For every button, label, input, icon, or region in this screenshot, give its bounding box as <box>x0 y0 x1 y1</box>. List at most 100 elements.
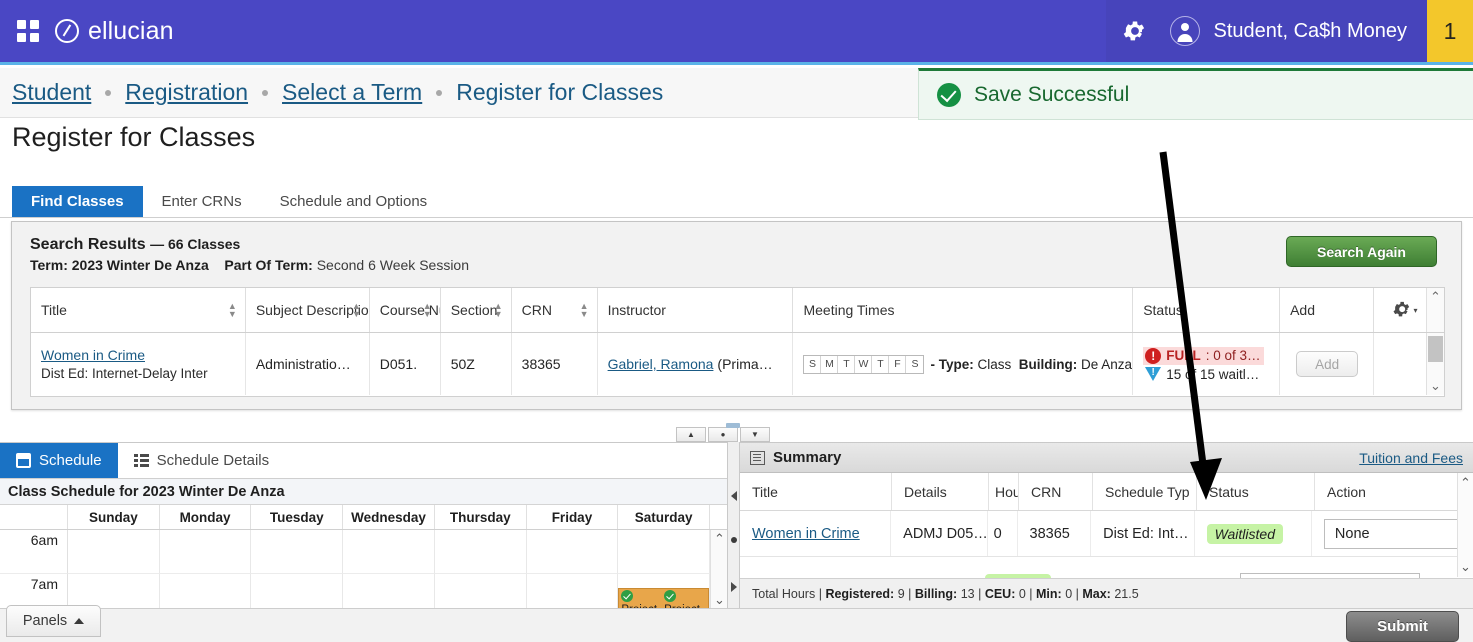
summary-column-schedule-type[interactable]: Schedule Typ <box>1093 473 1197 510</box>
triangle-down-icon[interactable]: ▼ <box>740 427 770 442</box>
breadcrumb-item-student[interactable]: Student <box>12 79 91 106</box>
calendar-scrollbar[interactable]: ⌃ ⌄ <box>710 530 728 608</box>
instructor-link[interactable]: Gabriel, Ramona <box>608 356 714 372</box>
sort-toggle-icon[interactable]: ▲▼ <box>580 302 589 318</box>
user-menu[interactable]: Student, Ca$h Money <box>1164 0 1427 62</box>
column-header-instructor[interactable]: Instructor <box>598 288 794 332</box>
calendar-event[interactable]: Project and Contro Practicum and Control… <box>618 588 709 608</box>
sort-toggle-icon[interactable]: ▲▼ <box>352 302 361 318</box>
column-header-crn[interactable]: CRN ▲▼ <box>512 288 598 332</box>
add-button[interactable]: Add <box>1296 351 1358 377</box>
cell-title: Women in Crime Dist Ed: Internet-Delay I… <box>31 333 246 395</box>
calendar-cell[interactable] <box>527 530 619 574</box>
dot-icon[interactable]: ● <box>708 427 738 442</box>
course-title-link[interactable]: Women in Crime <box>41 347 145 363</box>
column-header-add[interactable]: Add <box>1280 288 1374 332</box>
term-value: 2023 Winter De Anza <box>72 257 209 273</box>
calendar-cell[interactable] <box>160 574 252 608</box>
summary-course-link[interactable]: Women in Crime <box>752 526 860 542</box>
calendar-cell[interactable] <box>343 530 435 574</box>
chevron-up-icon[interactable]: ⌃ <box>1460 477 1471 489</box>
calendar-cell[interactable] <box>618 530 710 574</box>
summary-column-status[interactable]: Status <box>1197 473 1315 510</box>
calendar-cell[interactable] <box>251 530 343 574</box>
chevron-down-icon[interactable]: ⌄ <box>1460 561 1471 573</box>
breadcrumb-item-select-a-term[interactable]: Select a Term <box>282 79 422 106</box>
column-header-title[interactable]: Title ▲▼ <box>31 288 246 332</box>
dot-icon[interactable] <box>731 537 737 543</box>
notification-badge[interactable]: 1 <box>1427 0 1473 62</box>
brand-bar-right: Student, Ca$h Money 1 <box>1106 0 1473 62</box>
calendar-cell[interactable] <box>435 530 527 574</box>
tuition-and-fees-link[interactable]: Tuition and Fees <box>1359 450 1463 466</box>
results-scrollbar[interactable]: ⌃ <box>1426 288 1444 332</box>
calendar-corner <box>0 505 68 529</box>
total-hours-label: Total Hours | <box>752 587 822 601</box>
calendar-cell[interactable] <box>343 574 435 608</box>
chevron-down-icon[interactable]: ⌄ <box>1430 380 1441 392</box>
tab-schedule[interactable]: Schedule <box>0 443 118 478</box>
meeting-type-label: - Type: <box>930 357 973 372</box>
tab-find-classes[interactable]: Find Classes <box>12 186 143 217</box>
gear-icon[interactable] <box>1106 0 1164 62</box>
summary-column-hours[interactable]: Hour <box>989 473 1019 510</box>
ellucian-logo[interactable]: ellucian <box>55 17 174 46</box>
column-header-label: Meeting Times <box>803 302 894 318</box>
submit-button[interactable]: Submit <box>1346 611 1459 642</box>
chevron-up-icon[interactable]: ⌃ <box>1430 291 1441 303</box>
chevron-down-icon[interactable]: ⌄ <box>714 594 725 606</box>
calendar-cell[interactable] <box>68 574 160 608</box>
tab-enter-crns[interactable]: Enter CRNs <box>143 186 261 217</box>
column-header-section[interactable]: Section ▲▼ <box>441 288 512 332</box>
summary-column-details[interactable]: Details <box>892 473 989 510</box>
grid-apps-icon[interactable] <box>17 20 39 42</box>
schedule-panel: Schedule Schedule Details Class Schedule… <box>0 442 728 608</box>
check-circle-icon <box>937 83 961 107</box>
day-wednesday: W <box>855 356 872 373</box>
column-header-subject-description[interactable]: Subject Descriptio ▲▼ <box>246 288 370 332</box>
summary-scrollbar[interactable]: ⌃ ⌄ <box>1457 473 1473 577</box>
grid-settings-icon[interactable]: ▾ <box>1374 288 1426 332</box>
triangle-up-icon[interactable]: ▲ <box>676 427 706 442</box>
tab-schedule-and-options[interactable]: Schedule and Options <box>261 186 447 217</box>
calendar-cell[interactable] <box>68 530 160 574</box>
breadcrumb-item-registration[interactable]: Registration <box>125 79 248 106</box>
calendar-cell[interactable] <box>435 574 527 608</box>
check-circle-icon <box>621 590 633 602</box>
search-again-button[interactable]: Search Again <box>1286 236 1437 267</box>
calendar-cell[interactable] <box>527 574 619 608</box>
max-value: 21.5 <box>1114 587 1138 601</box>
scrollbar-thumb[interactable] <box>1428 336 1443 362</box>
top-brand-bar: ellucian Student, Ca$h Money 1 <box>0 0 1473 65</box>
search-results-count: — 66 Classes <box>150 236 240 252</box>
toast-message: Save Successful <box>974 83 1129 107</box>
column-header-status[interactable]: Status <box>1133 288 1280 332</box>
column-header-course-number[interactable]: Course Nu ▲▼ <box>370 288 441 332</box>
column-header-label: Title <box>41 302 67 318</box>
results-scrollbar-track[interactable]: ⌄ <box>1426 333 1444 395</box>
column-header-label: Status <box>1143 302 1183 318</box>
triangle-left-icon[interactable] <box>731 491 737 501</box>
max-label: Max: <box>1082 587 1110 601</box>
chevron-up-icon[interactable]: ⌃ <box>714 533 725 545</box>
calendar-day-header: Sunday Monday Tuesday Wednesday Thursday… <box>0 505 728 530</box>
triangle-right-icon[interactable] <box>731 582 737 592</box>
summary-column-crn[interactable]: CRN <box>1019 473 1093 510</box>
panels-toggle-button[interactable]: Panels <box>6 605 101 637</box>
calendar-cell[interactable] <box>160 530 252 574</box>
calendar-cell[interactable] <box>251 574 343 608</box>
billing-value: 13 <box>961 587 975 601</box>
sort-toggle-icon[interactable]: ▲▼ <box>494 302 503 318</box>
tab-schedule-details[interactable]: Schedule Details <box>118 443 286 478</box>
sort-toggle-icon[interactable]: ▲▼ <box>423 302 432 318</box>
action-select[interactable]: None <box>1324 519 1473 549</box>
search-results-heading: Search Results — 66 Classes Term: 2023 W… <box>30 236 469 273</box>
column-header-meeting-times[interactable]: Meeting Times <box>793 288 1133 332</box>
sort-toggle-icon[interactable]: ▲▼ <box>228 302 237 318</box>
summary-column-action[interactable]: Action <box>1315 473 1457 510</box>
schedule-caption: Class Schedule for 2023 Winter De Anza <box>0 479 727 505</box>
summary-column-title[interactable]: Title <box>740 473 892 510</box>
calendar-event-left: Project and Contro Practicum and Control <box>621 590 663 608</box>
calendar-cell-saturday[interactable]: Project and Contro Practicum and Control… <box>618 574 710 608</box>
panel-resize-handle[interactable] <box>726 423 740 428</box>
